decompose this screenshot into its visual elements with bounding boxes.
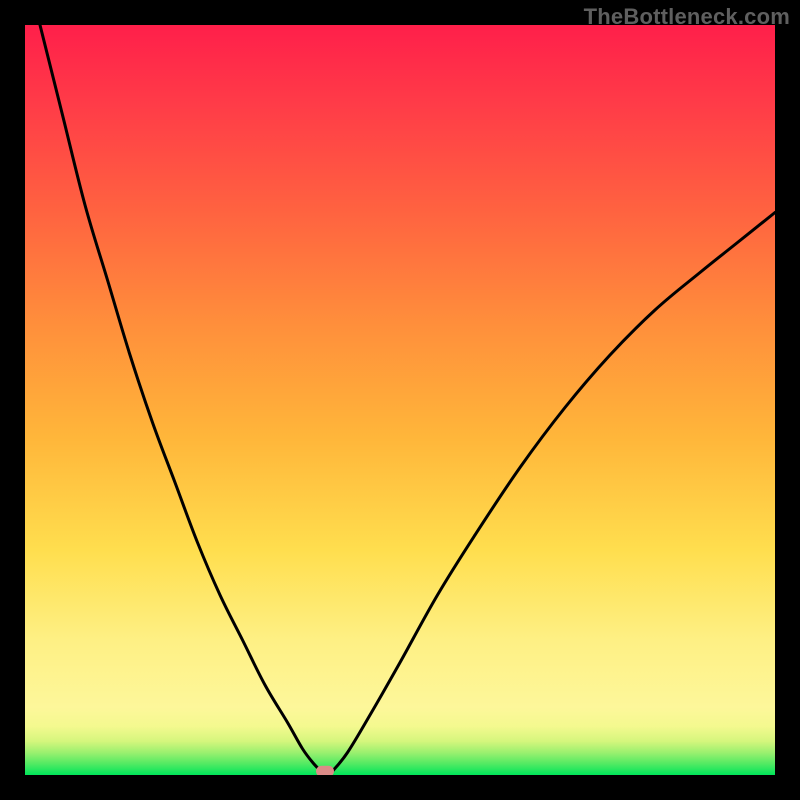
minimum-marker	[316, 766, 334, 775]
chart-svg	[25, 25, 775, 775]
plot-area	[25, 25, 775, 775]
minimum-marker-dot	[316, 766, 334, 775]
chart-frame: TheBottleneck.com	[0, 0, 800, 800]
